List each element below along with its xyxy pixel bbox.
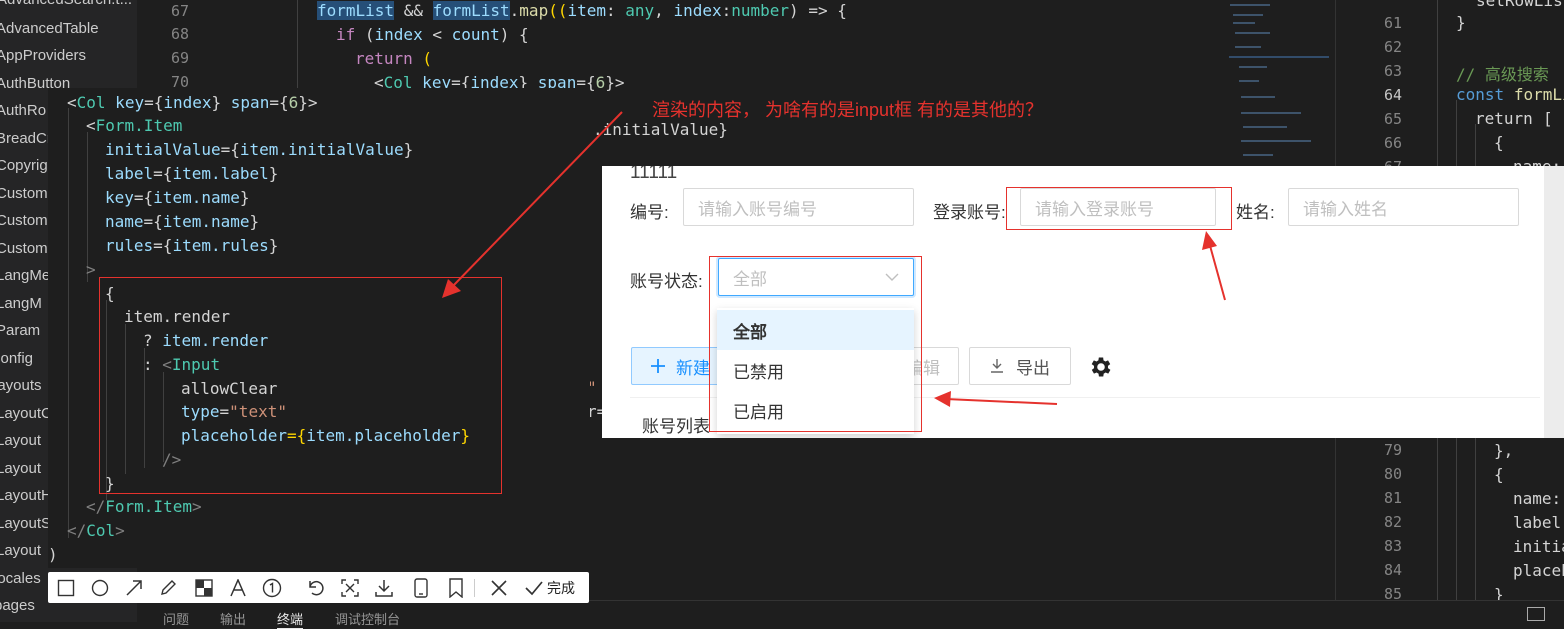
annotation-arrows [442, 111, 1226, 407]
arrow-icon [934, 391, 1058, 407]
arrow-icon [442, 111, 623, 298]
arrow-icon [1202, 231, 1226, 301]
